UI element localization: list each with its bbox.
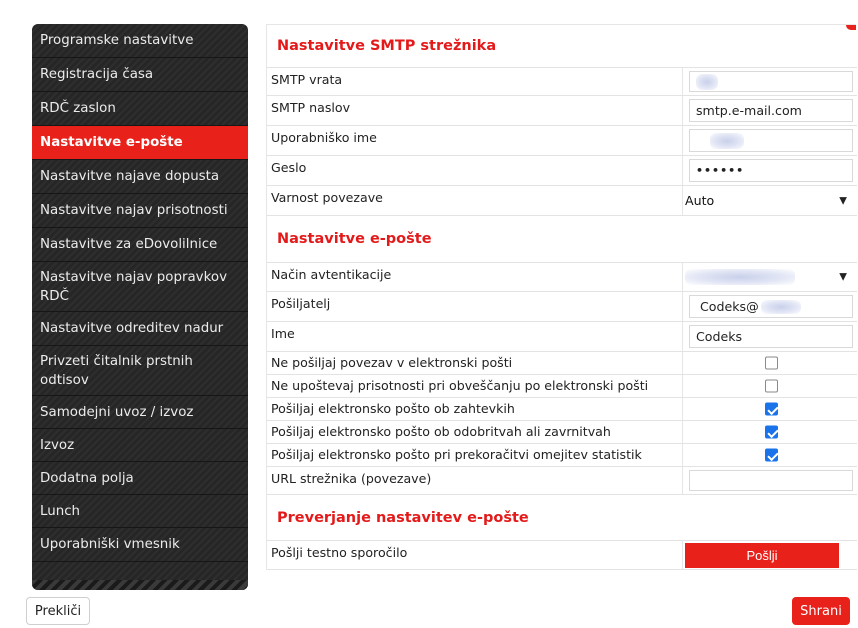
- smtp-username-label: Uporabniško ime: [267, 126, 683, 155]
- chevron-down-icon: ▼: [839, 271, 847, 283]
- auth-method-select[interactable]: ▼: [685, 266, 853, 288]
- sidebar-item-rdc-correction-settings[interactable]: Nastavitve najav popravkov RDČ: [32, 262, 248, 312]
- smtp-security-value: Auto: [685, 193, 715, 208]
- sidebar-item-export[interactable]: Izvoz: [32, 429, 248, 462]
- smtp-password-label: Geslo: [267, 156, 683, 185]
- smtp-username-input[interactable]: [689, 129, 853, 152]
- smtp-address-label: SMTP naslov: [267, 96, 683, 125]
- sidebar-item-presence-request-settings[interactable]: Nastavitve najav prisotnosti: [32, 194, 248, 228]
- sidebar-item-label: Lunch: [40, 503, 81, 519]
- smtp-address-row: SMTP naslov smtp.e-mail.com: [267, 96, 857, 126]
- sidebar-item-rdc-screen[interactable]: RDČ zaslon: [32, 92, 248, 126]
- send-test-row: Pošlji testno sporočilo Pošlji: [267, 540, 857, 570]
- server-url-input[interactable]: [689, 470, 853, 491]
- smtp-security-row: Varnost povezave Auto ▼: [267, 186, 857, 216]
- save-button[interactable]: Shrani: [792, 597, 850, 625]
- verify-section-title: Preverjanje nastavitev e-pošte: [277, 510, 529, 526]
- auth-method-row: Način avtentikacije ▼: [267, 262, 857, 292]
- sidebar-item-label: Izvoz: [40, 437, 75, 453]
- checkbox-label: Pošiljaj elektronsko pošto pri prekorači…: [267, 444, 683, 466]
- sidebar-item-auto-import-export[interactable]: Samodejni uvoz / izvoz: [32, 396, 248, 429]
- sidebar-item-program-settings[interactable]: Programske nastavitve: [32, 24, 248, 58]
- sidebar-item-label: Samodejni uvoz / izvoz: [40, 404, 194, 420]
- checkbox-label: Ne upoštevaj prisotnosti pri obveščanju …: [267, 375, 683, 397]
- sender-value: Codeks@: [700, 299, 759, 314]
- smtp-password-row: Geslo ••••••: [267, 156, 857, 186]
- sidebar-item-label: Nastavitve odreditev nadur: [40, 321, 224, 336]
- settings-sidebar: Programske nastavitve Registracija časa …: [32, 24, 248, 590]
- sidebar-item-user-interface[interactable]: Uporabniški vmesnik: [32, 528, 248, 562]
- server-url-row: URL strežnika (povezave): [267, 467, 857, 495]
- name-label: Ime: [267, 322, 683, 351]
- sidebar-item-leave-request-settings[interactable]: Nastavitve najave dopusta: [32, 160, 248, 194]
- sidebar-item-overtime-settings[interactable]: Nastavitve odreditev nadur: [32, 312, 248, 346]
- sidebar-item-label: Privzeti čitalnik prstnih odtisov: [40, 353, 193, 388]
- auth-method-label: Način avtentikacije: [267, 263, 683, 291]
- sidebar-item-email-settings[interactable]: Nastavitve e-pošte: [32, 126, 248, 160]
- sidebar-item-label: Nastavitve najave dopusta: [40, 169, 220, 184]
- smtp-address-input[interactable]: smtp.e-mail.com: [689, 99, 853, 122]
- email-section-title: Nastavitve e-pošte: [277, 231, 432, 247]
- ignore-presence-checkbox[interactable]: [765, 379, 778, 393]
- smtp-port-row: SMTP vrata: [267, 67, 857, 96]
- name-input[interactable]: Codeks: [689, 325, 853, 348]
- smtp-password-input[interactable]: ••••••: [689, 159, 853, 182]
- smtp-security-label: Varnost povezave: [267, 186, 683, 215]
- checkbox-label: Pošiljaj elektronsko pošto ob odobritvah…: [267, 421, 683, 443]
- checkbox-row: Pošiljaj elektronsko pošto ob odobritvah…: [267, 421, 857, 444]
- sidebar-item-label: Dodatna polja: [40, 470, 134, 486]
- sidebar-item-lunch[interactable]: Lunch: [32, 495, 248, 528]
- send-test-label: Pošlji testno sporočilo: [267, 541, 683, 569]
- sidebar-item-time-registration[interactable]: Registracija časa: [32, 58, 248, 92]
- server-url-label: URL strežnika (povezave): [267, 467, 683, 494]
- email-on-limit-exceeded-checkbox[interactable]: [765, 448, 778, 462]
- sender-row: Pošiljatelj Codeks@: [267, 292, 857, 322]
- sidebar-item-label: Programske nastavitve: [40, 33, 194, 48]
- checkbox-row: Pošiljaj elektronsko pošto ob zahtevkih: [267, 398, 857, 421]
- sidebar-item-label: Nastavitve e-pošte: [40, 135, 183, 150]
- smtp-security-select[interactable]: Auto ▼: [685, 189, 853, 212]
- send-test-button[interactable]: Pošlji: [685, 543, 839, 568]
- smtp-port-label: SMTP vrata: [267, 68, 683, 95]
- smtp-username-row: Uporabniško ime: [267, 126, 857, 156]
- redacted-value: [760, 299, 801, 314]
- cancel-button[interactable]: Prekliči: [26, 597, 90, 625]
- no-links-checkbox[interactable]: [765, 356, 778, 370]
- email-settings-panel: Nastavitve SMTP strežnika SMTP vrata SMT…: [266, 24, 857, 570]
- sidebar-item-epermits-settings[interactable]: Nastavitve za eDovolilnice: [32, 228, 248, 262]
- sidebar-item-additional-fields[interactable]: Dodatna polja: [32, 462, 248, 495]
- redacted-value: [710, 132, 744, 149]
- checkbox-label: Pošiljaj elektronsko pošto ob zahtevkih: [267, 398, 683, 420]
- sender-input[interactable]: Codeks@: [689, 295, 853, 318]
- sidebar-item-label: Nastavitve najav prisotnosti: [40, 203, 228, 218]
- sidebar-item-fingerprint-reader[interactable]: Privzeti čitalnik prstnih odtisov: [32, 346, 248, 396]
- checkbox-label: Ne pošiljaj povezav v elektronski pošti: [267, 352, 683, 374]
- checkbox-row: Ne pošiljaj povezav v elektronski pošti: [267, 352, 857, 375]
- checkbox-row: Pošiljaj elektronsko pošto pri prekorači…: [267, 444, 857, 467]
- redacted-value: [685, 269, 795, 285]
- smtp-port-input[interactable]: [689, 71, 853, 92]
- sidebar-item-label: Nastavitve najav popravkov RDČ: [40, 269, 227, 304]
- sidebar-footer-stripe: [32, 580, 248, 590]
- sidebar-item-label: Uporabniški vmesnik: [40, 537, 180, 552]
- smtp-section-title: Nastavitve SMTP strežnika: [277, 38, 497, 54]
- email-on-approvals-checkbox[interactable]: [765, 425, 778, 439]
- chevron-down-icon: ▼: [839, 195, 847, 206]
- sender-label: Pošiljatelj: [267, 292, 683, 321]
- name-row: Ime Codeks: [267, 322, 857, 352]
- checkbox-row: Ne upoštevaj prisotnosti pri obveščanju …: [267, 375, 857, 398]
- sidebar-menu: Programske nastavitve Registracija časa …: [32, 24, 248, 562]
- redacted-value: [696, 73, 718, 90]
- sidebar-item-label: RDČ zaslon: [40, 101, 116, 116]
- sidebar-item-label: Nastavitve za eDovolilnice: [40, 237, 218, 252]
- sidebar-item-label: Registracija časa: [40, 67, 154, 82]
- email-on-requests-checkbox[interactable]: [765, 402, 778, 416]
